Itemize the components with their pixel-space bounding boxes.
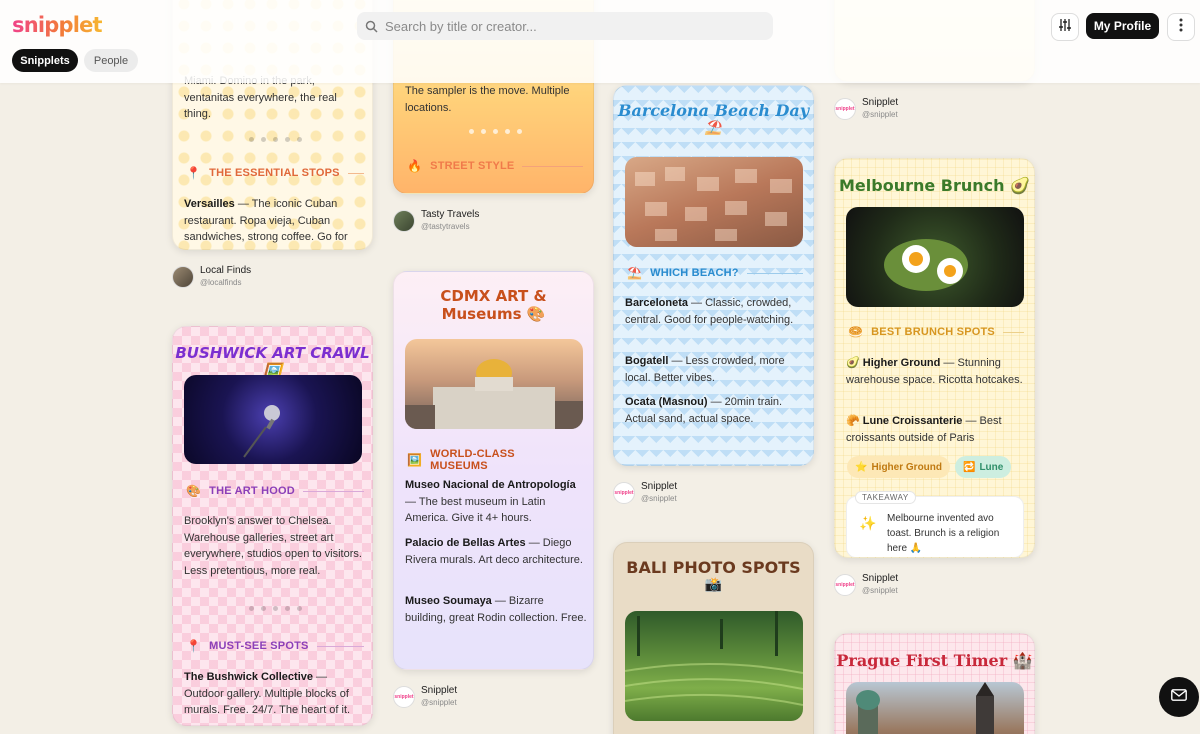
card-image-palacio: [405, 339, 583, 429]
card-image-barcelona: [625, 157, 803, 247]
museum-item: Museo Soumaya — Bizarre building, great …: [405, 595, 587, 624]
avatar: snipplet: [834, 573, 856, 596]
beach-item: Barceloneta — Classic, crowded, central.…: [625, 297, 794, 326]
tag-pill[interactable]: ⭐ Higher Ground: [847, 456, 951, 478]
pin-icon: 📍: [186, 166, 202, 180]
creator-local-finds[interactable]: Local Finds @localfinds: [172, 265, 251, 288]
avatar: [172, 265, 194, 288]
creator-snipplet[interactable]: snipplet Snipplet @snipplet: [834, 97, 898, 120]
app-logo[interactable]: snipplet: [12, 13, 103, 37]
section-heading: 📍 THE ESSENTIAL STOPS: [186, 166, 364, 180]
creator-snipplet[interactable]: snipplet Snipplet @snipplet: [613, 481, 677, 504]
card-title: Melbourne Brunch 🥑: [838, 176, 1031, 195]
section-heading: 🎨 THE ART HOOD: [186, 484, 364, 498]
sliders-icon: [1058, 18, 1072, 37]
snippet-card-melbourne[interactable]: Melbourne Brunch 🥑 🥯 BEST BRUNCH SPOTS 🥑…: [834, 158, 1035, 558]
beach-item: Bogatell — Less crowded, more local. Bet…: [625, 355, 785, 384]
snippet-card-prague[interactable]: Prague First Timer 🏰: [834, 633, 1035, 734]
avatar: snipplet: [393, 685, 415, 708]
card-image-microphone: [184, 375, 362, 464]
card-body-text: Brooklyn's answer to Chelsea. Warehouse …: [184, 515, 362, 577]
messages-button[interactable]: [1159, 677, 1199, 717]
carousel-dots[interactable]: [469, 129, 522, 134]
repeat-icon: 🔁: [963, 461, 976, 473]
carousel-dots[interactable]: [249, 137, 302, 142]
vertical-dots-icon: [1179, 18, 1183, 37]
avatar: snipplet: [834, 97, 856, 120]
section-heading: 📍 MUST-SEE SPOTS: [186, 639, 364, 653]
avatar: snipplet: [613, 481, 635, 504]
sparkles-icon: ✨: [859, 515, 877, 531]
section-heading: ⛱️ WHICH BEACH?: [627, 266, 803, 280]
takeaway-box: TAKEAWAY ✨ Melbourne invented avo toast.…: [846, 491, 1024, 557]
mail-icon: [1171, 688, 1187, 706]
takeaway-label: TAKEAWAY: [855, 491, 916, 504]
palette-icon: 🎨: [186, 484, 202, 498]
tab-people[interactable]: People: [84, 49, 138, 72]
section-heading: 🔥 STREET STYLE: [407, 159, 583, 173]
avatar: [393, 209, 415, 232]
frame-icon: 🖼️: [407, 453, 423, 467]
card-title: Prague First Timer 🏰: [836, 651, 1033, 670]
brunch-item: 🥐 Lune Croissanterie — Best croissants o…: [846, 415, 1002, 444]
creator-snipplet[interactable]: snipplet Snipplet @snipplet: [834, 573, 898, 596]
my-profile-button[interactable]: My Profile: [1086, 13, 1159, 39]
filter-button[interactable]: [1051, 13, 1079, 41]
snippet-card-cdmx[interactable]: CDMX ART & Museums 🎨 🖼️ WORLD-CLASS MUSE…: [393, 271, 594, 670]
pin-icon: 📍: [186, 639, 202, 653]
fire-icon: 🔥: [407, 159, 423, 173]
card-title: Barcelona Beach Day ⛱️: [617, 101, 810, 137]
search-input[interactable]: Search by title or creator...: [385, 19, 537, 34]
search-bar[interactable]: Search by title or creator...: [357, 12, 773, 40]
card-image-brunch: [846, 207, 1024, 307]
snippet-card-barcelona[interactable]: Barcelona Beach Day ⛱️ ⛱️ WHICH BEACH? B…: [613, 85, 814, 466]
brunch-item: 🥑 Higher Ground — Stunning warehouse spa…: [846, 357, 1023, 386]
tab-snipplets[interactable]: Snipplets: [12, 49, 78, 72]
museum-item: Palacio de Bellas Artes — Diego Rivera m…: [405, 537, 583, 566]
spot-description: The Bushwick Collective — Outdoor galler…: [184, 671, 351, 716]
umbrella-icon: ⛱️: [627, 266, 643, 280]
star-icon: ⭐: [855, 461, 868, 473]
creator-tasty-travels[interactable]: Tasty Travels @tastytravels: [393, 209, 479, 232]
section-heading: 🖼️ WORLD-CLASS MUSEUMS: [407, 448, 515, 472]
more-options-button[interactable]: [1167, 13, 1195, 41]
croissant-icon: 🥐: [846, 415, 860, 427]
museum-item: Museo Nacional de Antropología — The bes…: [405, 479, 576, 524]
section-heading: 🥯 BEST BRUNCH SPOTS: [848, 325, 1024, 339]
beach-item: Ocata (Masnou) — 20min train. Actual san…: [625, 396, 783, 425]
takeaway-text: Melbourne invented avo toast. Brunch is …: [887, 513, 1000, 554]
card-image-prague: [846, 682, 1024, 734]
snippet-card-bali[interactable]: BALI PHOTO SPOTS 📸: [613, 542, 814, 734]
tag-pill[interactable]: 🔁 Lune: [955, 456, 1012, 478]
spot-description: Versailles — The iconic Cuban restaurant…: [184, 198, 348, 243]
bread-icon: 🥯: [848, 325, 864, 339]
snippet-card-bushwick[interactable]: BUSHWICK ART CRAWL 🖼️ 🎨 THE ART HOOD Bro…: [172, 326, 373, 726]
creator-snipplet[interactable]: snipplet Snipplet @snipplet: [393, 685, 457, 708]
card-title: CDMX ART & Museums 🎨: [440, 287, 547, 323]
card-title: BALI PHOTO SPOTS 📸: [626, 558, 801, 594]
top-header: snipplet Snipplets People Search by titl…: [0, 0, 1200, 83]
card-image-rice-terraces: [625, 611, 803, 721]
card-body-text: The sampler is the move. Multiple locati…: [405, 85, 570, 114]
avocado-icon: 🥑: [846, 357, 860, 369]
search-icon: [357, 12, 385, 40]
carousel-dots[interactable]: [249, 606, 302, 611]
